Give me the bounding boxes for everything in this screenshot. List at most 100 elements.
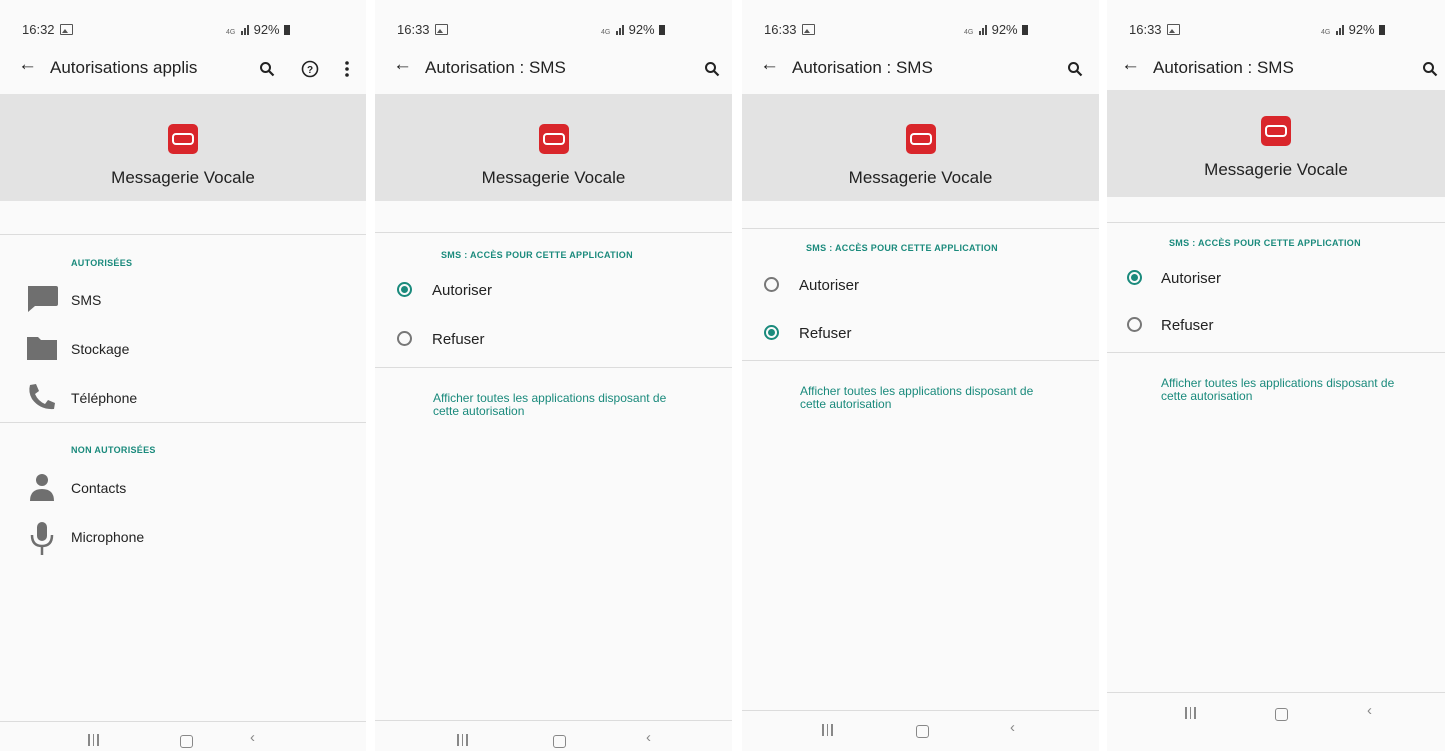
battery-icon (658, 25, 665, 35)
app-logo-icon (1261, 116, 1291, 146)
recents-icon[interactable] (1185, 706, 1199, 723)
search-icon[interactable] (1064, 58, 1086, 80)
home-icon[interactable] (916, 725, 929, 738)
status-indicators: 4G 92% (964, 22, 1028, 38)
app-header: Messagerie Vocale (1107, 90, 1445, 197)
network-type: 4G (601, 29, 611, 36)
option-deny[interactable]: Refuser (1107, 307, 1445, 347)
permission-label: SMS (71, 292, 102, 308)
option-deny[interactable]: Refuser (375, 321, 732, 361)
denied-section-header: NON AUTORISÉES (71, 445, 156, 455)
back-nav-icon[interactable]: ‹ (1367, 702, 1372, 719)
app-bar: ← Autorisation : SMS (742, 44, 1099, 94)
more-vert-icon[interactable] (336, 58, 358, 80)
divider (0, 721, 366, 722)
back-nav-icon[interactable]: ‹ (646, 729, 651, 746)
gallery-notification-icon (1166, 24, 1180, 35)
battery-icon (1378, 25, 1385, 35)
search-icon[interactable] (1419, 58, 1441, 80)
allow-label: Autoriser (1161, 270, 1222, 287)
battery-percent: 92% (991, 22, 1018, 37)
back-arrow-icon[interactable]: ← (18, 54, 37, 76)
app-name: Messagerie Vocale (1204, 160, 1348, 179)
status-bar: 16:33 4G 92% (1107, 0, 1445, 44)
option-allow[interactable]: Autoriser (1107, 260, 1445, 300)
battery-icon (283, 25, 290, 35)
back-nav-icon[interactable]: ‹ (1010, 719, 1015, 736)
status-bar: 16:32 4G 92% (0, 0, 366, 44)
status-indicators: 4G 92% (226, 22, 290, 38)
allow-radio[interactable] (1127, 270, 1142, 285)
show-all-apps-link[interactable]: Afficher toutes les applications disposa… (800, 385, 1060, 411)
home-icon[interactable] (180, 735, 193, 748)
recents-icon[interactable] (88, 733, 102, 750)
app-logo-icon (538, 124, 569, 154)
battery-percent: 92% (1348, 22, 1375, 37)
sms-access-section-header: SMS : ACCÈS POUR CETTE APPLICATION (1169, 238, 1361, 248)
divider (742, 360, 1099, 361)
permission-item-microphone[interactable]: Microphone (25, 517, 345, 557)
gallery-notification-icon (434, 24, 448, 35)
back-arrow-icon[interactable]: ← (393, 54, 412, 76)
permission-label: Stockage (71, 341, 130, 357)
status-bar: 16:33 4G 92% (375, 0, 732, 44)
network-type: 4G (1321, 29, 1331, 36)
show-all-apps-link[interactable]: Afficher toutes les applications disposa… (433, 392, 693, 418)
back-nav-icon[interactable]: ‹ (250, 729, 255, 746)
divider (0, 422, 366, 423)
app-header: Messagerie Vocale (0, 94, 366, 201)
allow-radio[interactable] (764, 277, 779, 292)
signal-icon (1335, 23, 1345, 38)
divider (742, 228, 1099, 229)
app-header: Messagerie Vocale (375, 94, 732, 201)
permission-item-phone[interactable]: Téléphone (25, 378, 345, 418)
home-icon[interactable] (553, 735, 566, 748)
navigation-bar: ‹ (1107, 702, 1445, 736)
allow-label: Autoriser (799, 277, 860, 294)
app-name: Messagerie Vocale (111, 168, 255, 187)
permission-label: Téléphone (71, 390, 138, 406)
permission-item-contacts[interactable]: Contacts (25, 468, 345, 508)
folder-icon (25, 333, 59, 363)
option-allow[interactable]: Autoriser (742, 267, 1099, 307)
option-deny[interactable]: Refuser (742, 315, 1099, 355)
divider (375, 720, 732, 721)
status-time: 16:32 (22, 22, 73, 37)
sms-access-section-header: SMS : ACCÈS POUR CETTE APPLICATION (441, 250, 633, 260)
phone-icon (25, 382, 59, 412)
app-bar: ← Autorisation : SMS (1107, 44, 1445, 94)
status-time: 16:33 (397, 22, 448, 37)
allow-label: Autoriser (432, 282, 493, 299)
person-icon (25, 472, 59, 502)
page-title: Autorisation : SMS (425, 58, 566, 77)
show-all-apps-link[interactable]: Afficher toutes les applications disposa… (1161, 377, 1421, 403)
page-title: Autorisations applis (50, 58, 198, 77)
permission-item-sms[interactable]: SMS (25, 280, 345, 320)
option-allow[interactable]: Autoriser (375, 272, 732, 312)
status-indicators: 4G 92% (601, 22, 665, 38)
divider (742, 710, 1099, 711)
deny-radio[interactable] (397, 331, 412, 346)
search-icon[interactable] (701, 58, 723, 80)
back-arrow-icon[interactable]: ← (1121, 54, 1140, 76)
back-arrow-icon[interactable]: ← (760, 54, 779, 76)
battery-percent: 92% (253, 22, 280, 37)
deny-radio[interactable] (1127, 317, 1142, 332)
recents-icon[interactable] (457, 733, 471, 750)
deny-radio[interactable] (764, 325, 779, 340)
divider (375, 367, 732, 368)
app-logo-icon (905, 124, 936, 154)
divider (1107, 352, 1445, 353)
app-name: Messagerie Vocale (481, 168, 626, 187)
home-icon[interactable] (1275, 708, 1288, 721)
deny-label: Refuser (799, 325, 852, 342)
permission-item-storage[interactable]: Stockage (25, 329, 345, 369)
message-icon (25, 284, 59, 314)
search-icon[interactable] (256, 58, 278, 80)
help-icon[interactable]: ? (299, 58, 321, 80)
allow-radio[interactable] (397, 282, 412, 297)
app-bar: ← Autorisation : SMS (375, 44, 732, 94)
recents-icon[interactable] (822, 723, 836, 740)
navigation-bar: ‹ (0, 729, 366, 751)
status-bar: 16:33 4G 92% (742, 0, 1099, 44)
